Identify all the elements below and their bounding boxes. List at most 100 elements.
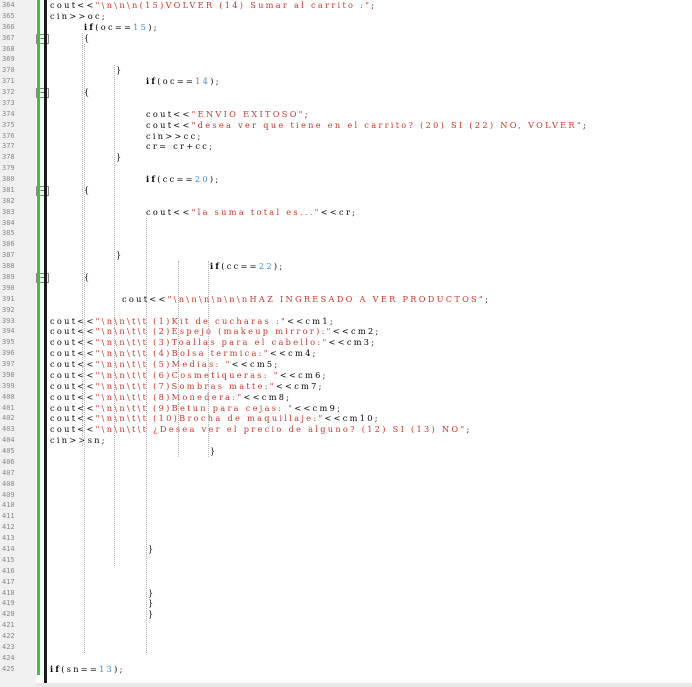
code-line[interactable]: if(oc==15); [84,22,159,33]
line-number: 409 [2,490,15,499]
code-line[interactable]: } [116,152,124,163]
line-number: 408 [2,479,15,488]
modified-line-bar [37,380,40,392]
code-line[interactable]: cout<<"\n\n\t\t (8)Monedera:"<<cm8; [50,392,291,403]
modified-line-bar [37,631,40,643]
modified-line-bar [37,184,40,196]
modified-line-bar [37,0,40,11]
line-number: 384 [2,218,15,227]
modified-line-bar [37,163,40,175]
line-number: 415 [2,555,15,564]
code-line[interactable]: } [148,544,156,555]
modified-line-bar [37,478,40,490]
line-number: 398 [2,370,15,379]
modified-line-bar [37,174,40,186]
line-number: 396 [2,349,15,358]
indent-guide [82,32,83,447]
modified-line-bar [37,576,40,588]
code-line[interactable]: cout<<"\n\n\t\t (10)Brocha de maquillaje… [50,413,380,424]
line-number: 382 [2,196,15,205]
modified-line-bar [37,337,40,349]
modified-line-bar [37,87,40,99]
line-number: 420 [2,610,15,619]
indent-guide [146,217,147,653]
code-line[interactable]: cin>>oc; [50,11,107,22]
code-line[interactable]: { [84,185,92,196]
modified-line-bar [37,43,40,55]
code-line[interactable]: cout<<"\n\n\t\t (6)Cosmetiqueras: "<<cm6… [50,370,328,381]
code-line[interactable]: if(oc==14); [146,76,221,87]
code-line[interactable]: } [148,609,156,620]
code-line[interactable]: { [84,87,92,98]
code-line[interactable]: cout<<"\n\n\t\t (2)Espejo (makeup mirror… [50,326,381,337]
modified-line-bar [37,402,40,414]
line-number: 387 [2,251,15,260]
code-line[interactable]: cout<<"la suma total es..."<<cr; [146,207,357,218]
code-line[interactable]: cout<<"\n\n\t\t (4)Bolsa termica:"<<cm4; [50,348,318,359]
modified-line-bar [37,152,40,164]
modified-line-bar [37,467,40,479]
modified-line-bar [37,206,40,218]
code-line[interactable]: { [84,33,92,44]
code-line[interactable]: } [210,446,218,457]
modified-line-bar [37,76,40,88]
modified-line-bar [37,554,40,566]
indent-guide [208,261,209,457]
code-text-area[interactable]: cout<<"\n\n\n(15)VOLVER (14) Sumar al ca… [48,0,692,687]
line-number: 364 [2,1,15,9]
line-number: 417 [2,577,15,586]
line-number: 400 [2,392,15,401]
modified-line-bar [37,359,40,371]
code-line[interactable]: cin>>cc; [146,131,203,142]
line-number-gutter: 364 365 366 367 368 369 370 371 372 373 374 375 376 3… [0,0,37,687]
line-number: 371 [2,77,15,86]
modified-line-bar [37,21,40,33]
line-number: 419 [2,599,15,608]
line-number: 386 [2,240,15,249]
line-number: 423 [2,642,15,651]
modified-line-bar [37,533,40,545]
code-line[interactable]: if(cc==20); [146,174,220,185]
modified-line-bar [37,489,40,501]
code-line[interactable]: if(cc==22); [210,261,284,272]
line-number: 368 [2,44,15,53]
code-line[interactable]: cin>>sn; [50,435,107,446]
modified-line-bar [37,97,40,109]
line-number: 370 [2,66,15,75]
code-line[interactable]: cout<<"\n\n\t\t (9)Betun para cejas: "<<… [50,403,342,414]
code-line[interactable]: cout<<"\n\n\t\t (3)Toallas para el cabel… [50,337,376,348]
modified-line-bar [37,587,40,599]
line-number: 412 [2,523,15,532]
line-number: 404 [2,436,15,445]
modified-line-bar [37,141,40,153]
indent-guide [178,261,179,457]
modified-line-bar [37,435,40,447]
code-line[interactable]: { [84,272,92,283]
code-line[interactable]: if(sn==13); [50,664,125,675]
gutter-separator [44,0,47,687]
line-number: 383 [2,207,15,216]
code-line[interactable]: cout<<"\n\n\t\t (7)Sombras matte:"<<cm7; [50,381,324,392]
modified-line-bar [37,544,40,555]
line-number: 369 [2,55,15,64]
code-line[interactable]: } [116,250,124,261]
modified-line-bar [37,195,40,207]
code-line[interactable]: cout<<"desea ver que tiene en el carrito… [146,120,588,131]
code-line[interactable]: cout<<"ENVIO EXITOSO"; [146,109,310,120]
line-number: 375 [2,120,15,129]
modified-line-bar [37,424,40,436]
code-line[interactable]: cout<<"\n\n\n(15)VOLVER (14) Sumar al ca… [50,0,376,11]
code-editor[interactable]: 364 365 366 367 368 369 370 371 372 373 374 375 376 3… [0,0,692,687]
code-line[interactable]: } [116,65,124,76]
code-line[interactable]: } [148,588,156,599]
code-line[interactable]: } [148,598,156,609]
horizontal-scrollbar[interactable] [36,683,692,687]
line-number: 379 [2,164,15,173]
modified-line-bar [37,609,40,621]
line-number: 405 [2,447,15,456]
modified-line-bar [37,565,40,577]
line-number: 410 [2,501,15,510]
code-line[interactable]: cout<<"\n\n\t\t (1)Kit de cucharas :"<<c… [50,316,335,327]
line-number: 424 [2,653,15,662]
code-line[interactable]: cr= cr+cc; [146,141,214,152]
